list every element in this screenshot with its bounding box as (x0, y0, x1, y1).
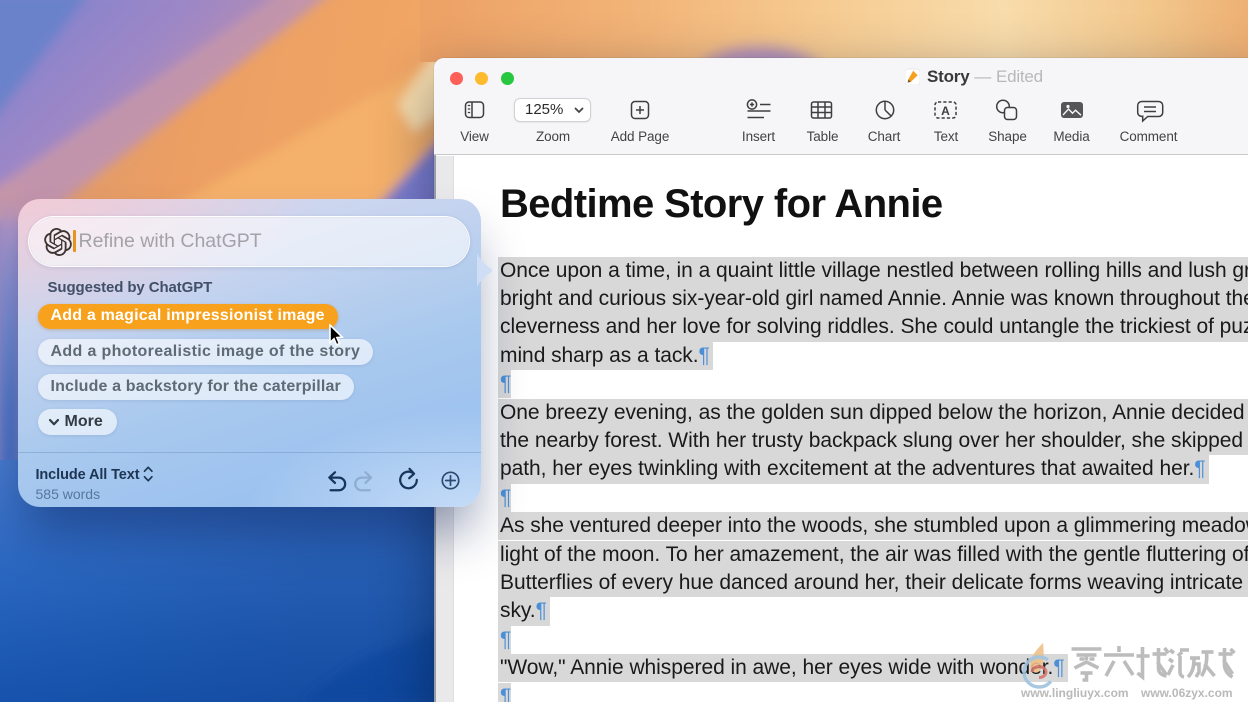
svg-text:www.lingliuyx.com: www.lingliuyx.com (1020, 686, 1129, 700)
svg-text:www.06zyx.com: www.06zyx.com (1140, 686, 1233, 700)
